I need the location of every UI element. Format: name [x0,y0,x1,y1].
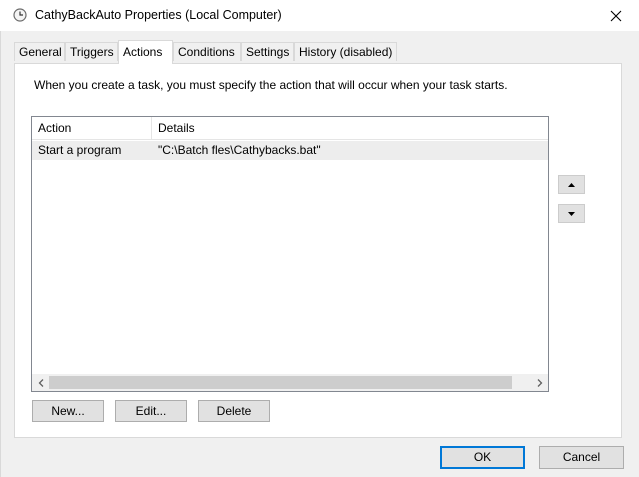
ok-button[interactable]: OK [440,446,525,469]
horizontal-scrollbar[interactable] [32,374,548,391]
title-bar: CathyBackAuto Properties (Local Computer… [0,0,639,31]
row-action: Start a program [38,143,122,157]
chevron-left-icon [38,378,43,387]
tab-general[interactable]: General [14,42,65,61]
delete-action-button[interactable]: Delete [198,400,270,422]
column-header-details[interactable]: Details [152,117,548,139]
tab-triggers[interactable]: Triggers [65,42,118,61]
chevron-right-icon [537,378,542,387]
scroll-right-button[interactable] [531,374,548,391]
column-header-action[interactable]: Action [32,117,151,139]
new-action-button[interactable]: New... [32,400,104,422]
row-details: "C:\Batch fles\Cathybacks.bat" [158,143,321,157]
window-edge [0,31,1,477]
scroll-left-button[interactable] [32,374,49,391]
tab-history[interactable]: History (disabled) [294,42,397,61]
window-title: CathyBackAuto Properties (Local Computer… [35,8,282,22]
actions-panel: When you create a task, you must specify… [14,63,622,438]
intro-text: When you create a task, you must specify… [34,78,508,92]
tab-settings[interactable]: Settings [241,42,294,61]
move-down-button[interactable] [558,204,585,223]
list-header: Action Details [32,117,548,140]
close-icon [610,10,622,21]
scrollbar-thumb[interactable] [49,376,512,389]
task-scheduler-clock-icon [13,8,27,22]
actions-list[interactable]: Action Details Start a program "C:\Batch… [31,116,549,392]
triangle-down-icon [568,211,575,216]
properties-dialog: CathyBackAuto Properties (Local Computer… [0,0,639,477]
close-button[interactable] [593,0,639,31]
move-up-button[interactable] [558,175,585,194]
tab-actions[interactable]: Actions [118,40,173,64]
table-row[interactable]: Start a program "C:\Batch fles\Cathyback… [32,141,548,160]
tab-conditions[interactable]: Conditions [173,42,241,61]
edit-action-button[interactable]: Edit... [115,400,187,422]
cancel-button[interactable]: Cancel [539,446,624,469]
triangle-up-icon [568,182,575,187]
